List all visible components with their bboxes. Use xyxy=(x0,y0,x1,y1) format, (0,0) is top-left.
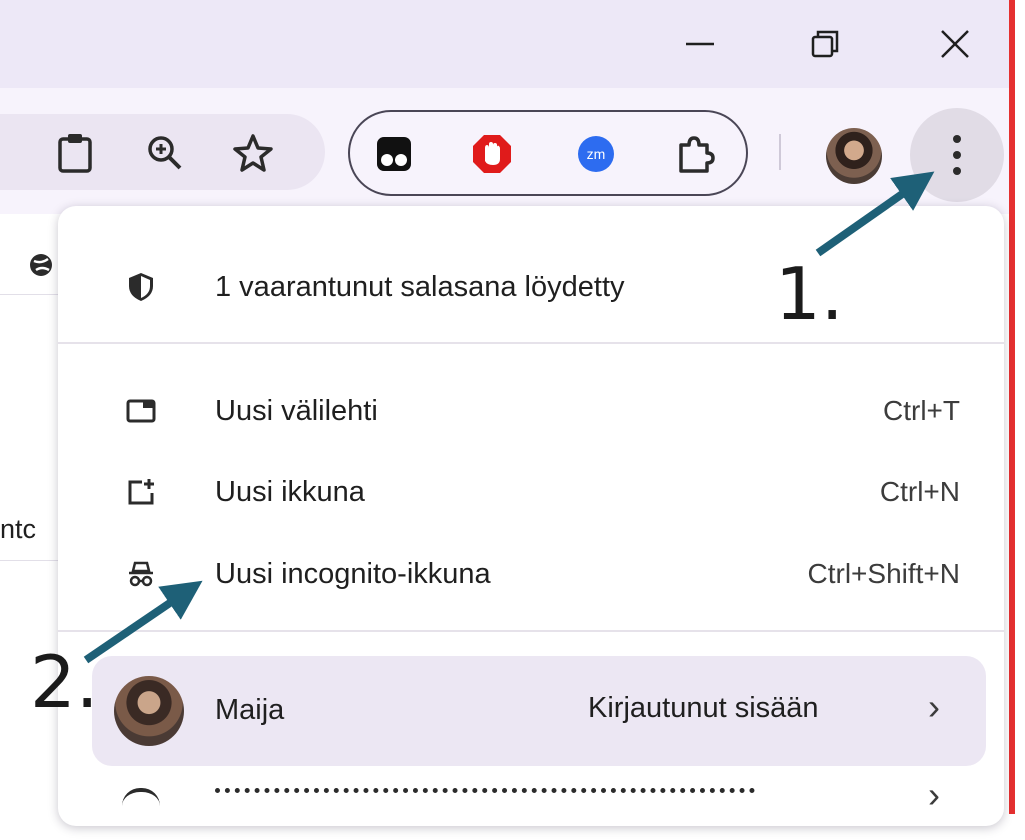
annotation-step-1: 1. xyxy=(775,252,844,336)
arrow-to-incognito-item xyxy=(83,580,203,664)
annotation-step-2: 2. xyxy=(30,640,99,724)
arrow-to-menu-button xyxy=(815,171,935,257)
annotation-arrows xyxy=(83,171,935,664)
